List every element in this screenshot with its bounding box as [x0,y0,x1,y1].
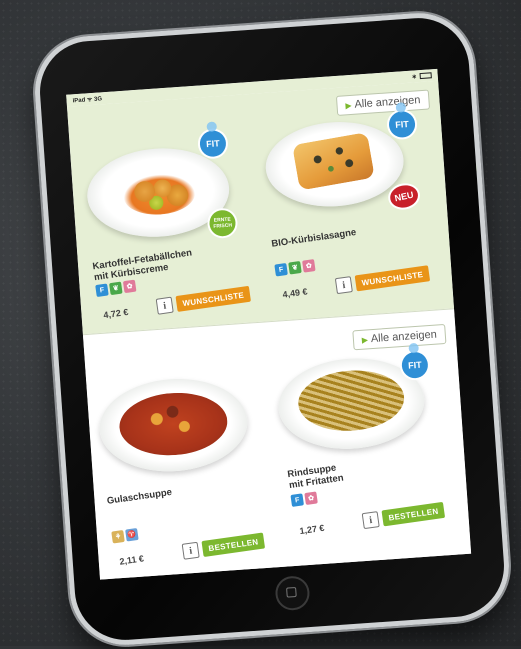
wishlist-button[interactable]: WUNSCHLISTE [175,285,251,312]
fit-badge: FIT [199,129,227,158]
show-all-button[interactable]: ▶ Alle anzeigen [352,323,447,351]
diet-icons: F ✿ [290,491,318,507]
sheep-icon: ♈ [125,528,139,542]
info-button[interactable]: i [334,276,353,295]
fit-icon: F [290,493,304,507]
home-button[interactable] [274,575,311,612]
status-carrier: iPad ᯤ 3G [72,96,103,105]
wishlist-button[interactable]: WUNSCHLISTE [354,265,431,292]
status-battery: ∗ [411,72,432,80]
flower-icon: ✿ [122,279,137,294]
battery-icon [419,72,432,79]
product-name: Gulaschsuppe [106,486,173,507]
fit-icon: F [95,283,109,298]
flower-icon: ✿ [304,491,318,505]
play-arrow-icon: ▶ [361,335,369,345]
product-price: 4,72 € [102,306,129,321]
food-image [262,117,407,211]
product-name: Kartoffel-Fetabällchen mit Kürbiscreme [91,247,193,284]
product-name: Rindsuppe mit Fritatten [286,462,345,492]
order-button[interactable]: BESTELLEN [201,532,266,558]
fit-badge: FIT [388,110,416,139]
product-name: BIO-Kürbislasagne [270,226,357,250]
order-button[interactable]: BESTELLEN [381,501,446,527]
wheat-icon: ⚘ [111,529,125,544]
leaf-icon: ❦ [109,281,123,296]
tablet-device: iPad ᯤ 3G ∗ ▶ Alle anzeigen FIT ERNTE FRI… [31,9,513,649]
product-card[interactable]: FIT ERNTE FRISCH Kartoffel-Fetabällchen m… [79,122,262,329]
product-price: 4,49 € [281,286,309,300]
product-card[interactable]: Gulaschsuppe ⚘ ♈ 2,11 € i BESTELLEN [94,363,278,574]
info-button[interactable]: i [155,296,174,315]
product-price: 1,27 € [298,522,326,537]
product-section-new: ▶ Alle anzeigen FIT ERNTE FRISCH Kartoffe… [66,80,454,335]
product-card[interactable]: FIT NEU BIO-Kürbislasagne F ❦ ✿ 4,49 € i… [260,109,443,316]
neu-badge: NEU [388,182,421,211]
product-section-soups: ▶ Alle anzeigen Gulaschsuppe ⚘ ♈ 2,11 € i… [82,308,472,580]
fit-icon: F [274,262,288,277]
play-arrow-icon: ▶ [345,100,352,111]
flower-icon: ✿ [302,259,316,273]
info-button[interactable]: i [361,511,380,530]
leaf-icon: ❦ [288,260,302,275]
diet-icons: F ❦ ✿ [274,259,316,277]
tablet-screen: iPad ᯤ 3G ∗ ▶ Alle anzeigen FIT ERNTE FRI… [66,68,472,580]
diet-icons: ⚘ ♈ [111,528,139,544]
ernte-frisch-badge: ERNTE FRISCH [208,209,237,238]
info-button[interactable]: i [181,541,200,560]
fit-badge: FIT [400,351,429,379]
product-card[interactable]: FIT Rindsuppe mit Fritatten F ✿ 1,27 € i … [275,350,459,561]
product-price: 2,11 € [118,553,145,567]
food-image [96,374,251,477]
